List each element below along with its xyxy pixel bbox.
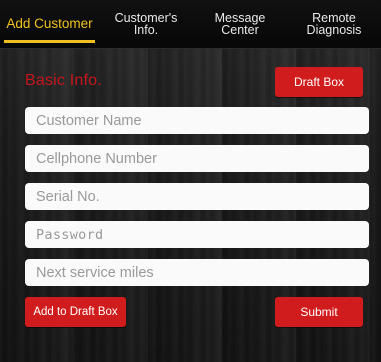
serial-no-field[interactable] — [25, 183, 369, 210]
tab-label: Customer's Info. — [114, 11, 178, 37]
tab-bar: Add Customer Customer's Info. Message Ce… — [0, 0, 381, 49]
tab-add-customer[interactable]: Add Customer — [0, 0, 99, 48]
next-service-miles-field[interactable] — [25, 259, 369, 286]
customer-name-field[interactable] — [25, 107, 369, 134]
tab-customers-info[interactable]: Customer's Info. — [99, 0, 193, 48]
tab-label: Message Center — [214, 11, 266, 37]
cellphone-field[interactable] — [25, 145, 369, 172]
add-customer-screen: Add Customer Customer's Info. Message Ce… — [0, 0, 381, 362]
customer-name-input[interactable] — [34, 111, 360, 130]
password-field[interactable] — [25, 221, 369, 248]
tab-remote-diagnosis[interactable]: Remote Diagnosis — [287, 0, 381, 48]
section-title: Basic Info. — [25, 72, 102, 89]
serial-no-input[interactable] — [34, 187, 360, 206]
active-tab-indicator — [4, 40, 95, 43]
draft-box-button[interactable]: Draft Box — [275, 67, 363, 97]
cellphone-input[interactable] — [34, 149, 360, 168]
tab-label: Add Customer — [6, 16, 93, 31]
tab-label: Remote Diagnosis — [306, 11, 362, 37]
tab-message-center[interactable]: Message Center — [193, 0, 287, 48]
add-to-draft-box-button[interactable]: Add to Draft Box — [25, 297, 126, 327]
submit-button[interactable]: Submit — [275, 297, 363, 327]
password-input[interactable] — [34, 225, 360, 244]
next-service-miles-input[interactable] — [34, 263, 360, 282]
